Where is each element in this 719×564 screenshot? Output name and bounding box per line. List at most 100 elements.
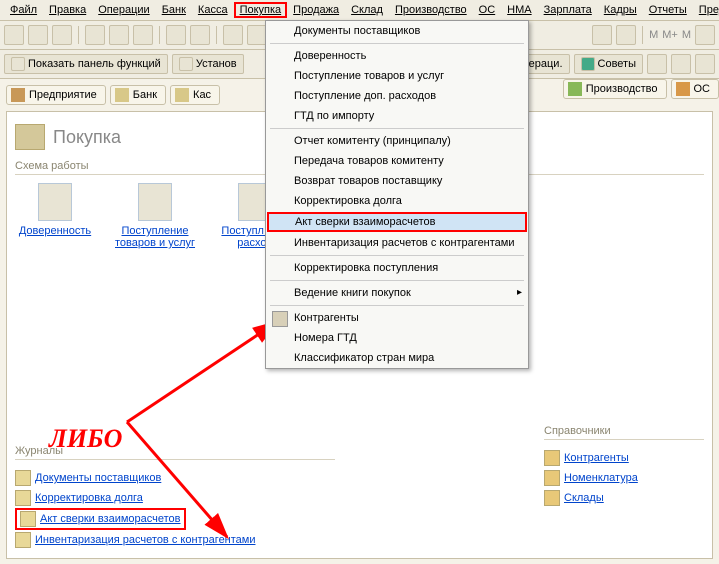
extra-icon[interactable] xyxy=(695,25,715,45)
dd-return-supplier[interactable]: Возврат товаров поставщику xyxy=(266,171,528,191)
menu-hr[interactable]: Кадры xyxy=(598,2,643,18)
journal-icon xyxy=(15,532,31,548)
gear-icon xyxy=(179,57,193,71)
dd-supplier-docs[interactable]: Документы поставщиков xyxy=(266,21,528,41)
menu-cash[interactable]: Касса xyxy=(192,2,234,18)
dd-inventory[interactable]: Инвентаризация расчетов с контрагентами xyxy=(266,233,528,253)
find-icon[interactable] xyxy=(223,25,243,45)
menu-reports[interactable]: Отчеты xyxy=(643,2,693,18)
journal-link-inventory[interactable]: Инвентаризация расчетов с контрагентами xyxy=(35,534,256,546)
ref-link-contragents[interactable]: Контрагенты xyxy=(564,452,629,464)
dd-postuplenie-expenses[interactable]: Поступление доп. расходов xyxy=(266,86,528,106)
dd-contragents[interactable]: Контрагенты xyxy=(266,308,528,328)
menu-edit[interactable]: Правка xyxy=(43,2,92,18)
right-tabs: Производство ОС xyxy=(563,79,719,99)
redo-icon[interactable] xyxy=(190,25,210,45)
dd-transfer-komitent[interactable]: Передача товаров комитенту xyxy=(266,151,528,171)
production-icon xyxy=(568,82,582,96)
folder-icon xyxy=(272,311,288,327)
m-minus-label: M xyxy=(682,29,691,41)
scheme-item: Поступление товаров и услуг xyxy=(115,183,195,249)
journal-icon xyxy=(20,511,36,527)
tips-button[interactable]: Советы xyxy=(574,54,643,74)
ref-icon xyxy=(544,450,560,466)
dd-act-sverki[interactable]: Акт сверки взаиморасчетов xyxy=(267,212,527,232)
os-icon xyxy=(676,82,690,96)
menu-salary[interactable]: Зарплата xyxy=(538,2,598,18)
dd-gtd-import[interactable]: ГТД по импорту xyxy=(266,106,528,126)
journal-link-act[interactable]: Акт сверки взаиморасчетов xyxy=(40,513,181,525)
ref-icon xyxy=(544,490,560,506)
journals-section: Журналы Документы поставщиков Корректиро… xyxy=(15,445,335,550)
menu-production[interactable]: Производство xyxy=(389,2,473,18)
dd-doverennost[interactable]: Доверенность xyxy=(266,46,528,66)
dd-purchase-book[interactable]: Ведение книги покупок xyxy=(266,283,528,303)
doc-icon xyxy=(138,183,172,221)
panel-icon xyxy=(11,57,25,71)
tips-icon xyxy=(581,57,595,71)
menu-nma[interactable]: НМА xyxy=(501,2,537,18)
m-plus-label: M+ xyxy=(662,29,678,41)
tool-c-icon[interactable] xyxy=(647,54,667,74)
calc-icon[interactable] xyxy=(247,25,267,45)
purchase-dropdown: Документы поставщиков Доверенность Посту… xyxy=(265,20,529,369)
menu-bank[interactable]: Банк xyxy=(156,2,192,18)
cash-icon xyxy=(175,88,189,102)
bank-icon xyxy=(115,88,129,102)
scheme-item: Доверенность xyxy=(15,183,95,237)
ref-item: Контрагенты xyxy=(544,448,704,468)
btn-b-icon[interactable] xyxy=(616,25,636,45)
ref-link-nomenclature[interactable]: Номенклатура xyxy=(564,472,638,484)
new-doc-icon[interactable] xyxy=(4,25,24,45)
dd-report-komitent[interactable]: Отчет комитенту (принципалу) xyxy=(266,131,528,151)
cut-icon[interactable] xyxy=(85,25,105,45)
scheme-link-postuplenie[interactable]: Поступление товаров и услуг xyxy=(115,225,195,249)
journal-icon xyxy=(15,490,31,506)
menu-sale[interactable]: Продажа xyxy=(287,2,345,18)
tab-os[interactable]: ОС xyxy=(671,79,719,99)
journal-item-highlighted: Акт сверки взаиморасчетов xyxy=(15,508,186,530)
paste-icon[interactable] xyxy=(133,25,153,45)
dd-country-classifier[interactable]: Классификатор стран мира xyxy=(266,348,528,368)
open-icon[interactable] xyxy=(28,25,48,45)
menu-operations[interactable]: Операции xyxy=(92,2,155,18)
refs-label: Справочники xyxy=(544,425,704,440)
tool-d-icon[interactable] xyxy=(671,54,691,74)
menu-os[interactable]: ОС xyxy=(473,2,502,18)
dd-gtd-numbers[interactable]: Номера ГТД xyxy=(266,328,528,348)
show-panel-button[interactable]: Показать панель функций xyxy=(4,54,168,74)
menubar: Файл Правка Операции Банк Касса Покупка … xyxy=(0,0,719,21)
dd-correction-receipt[interactable]: Корректировка поступления xyxy=(266,258,528,278)
ref-icon xyxy=(544,470,560,486)
ref-item: Номенклатура xyxy=(544,468,704,488)
journal-link-suppliers[interactable]: Документы поставщиков xyxy=(35,472,161,484)
tab-production[interactable]: Производство xyxy=(563,79,667,99)
enterprise-icon xyxy=(11,88,25,102)
menu-warehouse[interactable]: Склад xyxy=(345,2,389,18)
tab-cash[interactable]: Кас xyxy=(170,85,220,105)
scheme-link-doverennost[interactable]: Доверенность xyxy=(19,225,91,237)
menu-purchase[interactable]: Покупка xyxy=(234,2,288,18)
dd-postuplenie-goods[interactable]: Поступление товаров и услуг xyxy=(266,66,528,86)
journals-label: Журналы xyxy=(15,445,335,460)
doc-icon xyxy=(38,183,72,221)
dd-debt-correction[interactable]: Корректировка долга xyxy=(266,191,528,211)
save-icon[interactable] xyxy=(52,25,72,45)
tab-enterprise[interactable]: Предприятие xyxy=(6,85,106,105)
journal-item: Корректировка долга xyxy=(15,488,335,508)
tab-bank[interactable]: Банк xyxy=(110,85,166,105)
journal-item: Инвентаризация расчетов с контрагентами xyxy=(15,530,335,550)
journal-icon xyxy=(15,470,31,486)
menu-enterprise[interactable]: Предпри xyxy=(693,2,719,18)
journal-link-debt[interactable]: Корректировка долга xyxy=(35,492,143,504)
undo-icon[interactable] xyxy=(166,25,186,45)
refs-section: Справочники Контрагенты Номенклатура Скл… xyxy=(544,425,704,508)
tool-e-icon[interactable] xyxy=(695,54,715,74)
ref-link-warehouses[interactable]: Склады xyxy=(564,492,604,504)
ref-item: Склады xyxy=(544,488,704,508)
purchase-icon xyxy=(15,124,45,150)
copy-icon[interactable] xyxy=(109,25,129,45)
btn-a-icon[interactable] xyxy=(592,25,612,45)
settings-button[interactable]: Установ xyxy=(172,54,244,74)
menu-file[interactable]: Файл xyxy=(4,2,43,18)
